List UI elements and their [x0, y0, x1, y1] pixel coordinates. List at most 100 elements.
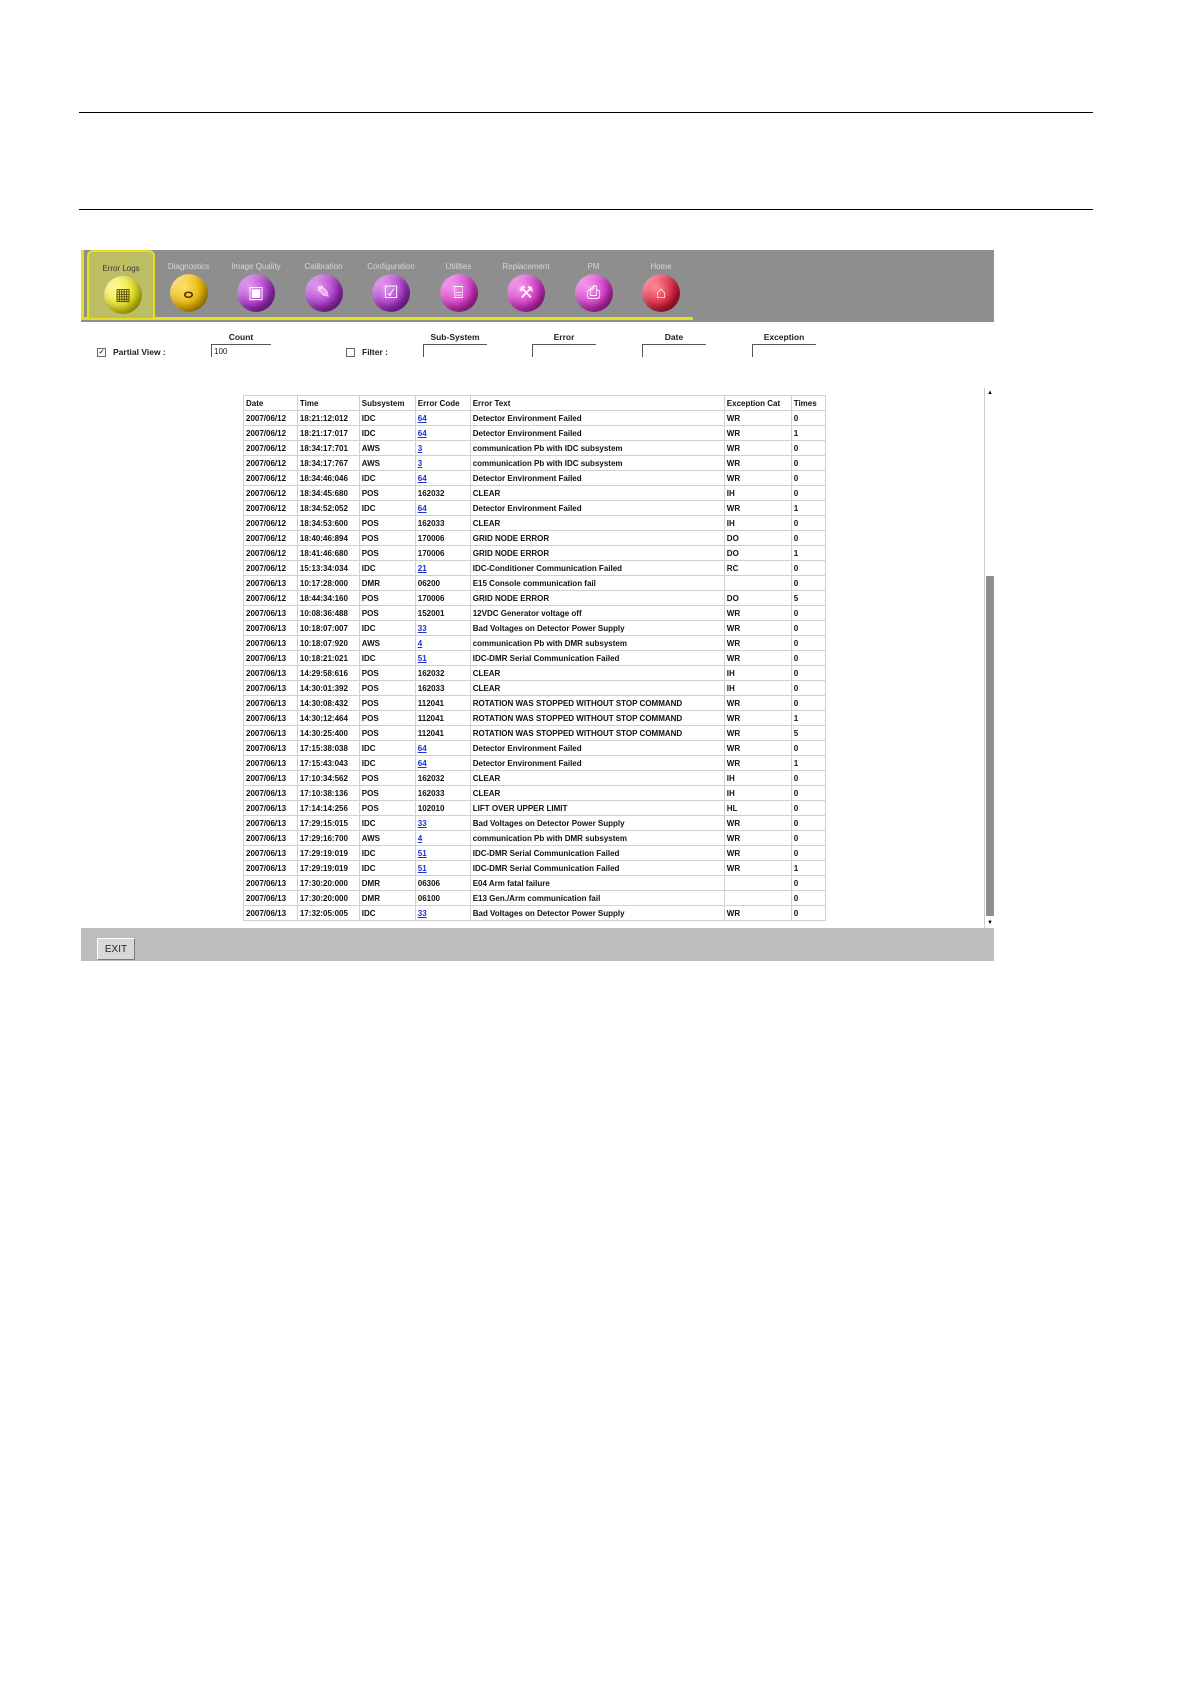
clipboard-icon[interactable]: ⎙ — [574, 274, 613, 312]
tab-configuration[interactable]: Configuration ☑ — [357, 250, 425, 318]
error-code-link[interactable]: 4 — [414, 830, 471, 846]
home-icon[interactable]: ⌂ — [642, 274, 680, 312]
error-code-link[interactable]: 3 — [414, 455, 471, 471]
error-code-link[interactable]: 51 — [414, 845, 471, 861]
tab-replacement[interactable]: Replacement ⚒ — [492, 250, 560, 318]
vertical-scrollbar[interactable]: ▲ ▼ — [984, 388, 994, 928]
table-row[interactable]: 2007/06/13 17:15:43:043 IDC 64 Detector Envi… — [243, 755, 827, 771]
error-code-link[interactable]: 64 — [414, 500, 471, 516]
toolbox-icon[interactable]: ⌸ — [439, 274, 478, 312]
scroll-thumb[interactable] — [986, 576, 994, 916]
filter-checkbox[interactable] — [346, 348, 355, 357]
table-row[interactable]: 2007/06/13 17:29:15:015 IDC 33 Bad Voltages … — [243, 815, 827, 831]
cell-date: 2007/06/13 — [243, 575, 298, 591]
partial-view-checkbox[interactable]: ✓ — [97, 348, 106, 357]
table-row[interactable]: 2007/06/12 18:34:17:701 AWS 3 communication … — [243, 440, 827, 456]
tab-diagnostics[interactable]: Diagnostics ⴰ — [155, 250, 223, 318]
error-code-link[interactable]: 51 — [414, 650, 471, 666]
cell-time: 18:40:46:894 — [296, 530, 360, 546]
table-row[interactable]: 2007/06/13 17:14:14:256 POS 102010 LIFT OVER… — [243, 800, 827, 816]
table-row[interactable]: 2007/06/12 15:13:34:034 IDC 21 IDC-Condition… — [243, 560, 827, 576]
calibration-icon[interactable]: ✎ — [304, 274, 343, 312]
error-input[interactable] — [532, 344, 596, 357]
error-code-link[interactable]: 4 — [414, 635, 471, 651]
table-row[interactable]: 2007/06/13 17:29:19:019 IDC 51 IDC-DMR Seria… — [243, 860, 827, 876]
tab-home[interactable]: Home ⌂ — [627, 250, 695, 318]
monitor-icon[interactable]: ▣ — [237, 274, 275, 312]
table-row[interactable]: 2007/06/13 14:30:12:464 POS 112041 ROTATION … — [243, 710, 827, 726]
table-row[interactable]: 2007/06/13 14:29:58:616 POS 162032 CLEAR IH 0 — [243, 665, 827, 681]
table-row[interactable]: 2007/06/13 10:17:28:000 DMR 06200 E15 Consol… — [243, 575, 827, 591]
table-row[interactable]: 2007/06/12 18:34:17:767 AWS 3 communication … — [243, 455, 827, 471]
cell-date: 2007/06/13 — [243, 635, 298, 651]
count-input[interactable]: 100 — [211, 344, 271, 357]
exit-button[interactable]: EXIT — [97, 938, 135, 960]
table-row[interactable]: 2007/06/13 17:32:05:005 IDC 33 Bad Voltages … — [243, 905, 827, 921]
error-code-link[interactable]: 64 — [414, 425, 471, 441]
table-row[interactable]: 2007/06/13 10:18:07:007 IDC 33 Bad Voltages … — [243, 620, 827, 636]
error-code-link[interactable]: 33 — [414, 815, 471, 831]
table-row[interactable]: 2007/06/13 17:10:34:562 POS 162032 CLEAR IH 0 — [243, 770, 827, 786]
column-header-time[interactable]: Time — [296, 395, 360, 411]
error-code-link[interactable]: 21 — [414, 560, 471, 576]
cell-times: 0 — [790, 560, 827, 576]
table-row[interactable]: 2007/06/13 10:18:21:021 IDC 51 IDC-DMR Seria… — [243, 650, 827, 666]
table-row[interactable]: 2007/06/13 17:15:38:038 IDC 64 Detector Envi… — [243, 740, 827, 756]
grid-icon[interactable]: ▦ — [104, 276, 142, 314]
error-code-link[interactable]: 64 — [414, 755, 471, 771]
error-code-link[interactable]: 51 — [414, 860, 471, 876]
wrench-icon[interactable]: ⚒ — [507, 274, 545, 312]
cell-subsystem: AWS — [358, 440, 416, 456]
tab-calibration[interactable]: Calibration ✎ — [290, 250, 358, 318]
tab-utilities[interactable]: Utilities ⌸ — [425, 250, 493, 318]
cell-date: 2007/06/12 — [243, 440, 298, 456]
table-row[interactable]: 2007/06/12 18:44:34:160 POS 170006 GRID NODE… — [243, 590, 827, 606]
exception-input[interactable] — [752, 344, 816, 357]
cell-error-text: Bad Voltages on Detector Power Supply — [469, 815, 725, 831]
table-row[interactable]: 2007/06/13 10:18:07:920 AWS 4 communication … — [243, 635, 827, 651]
checklist-icon[interactable]: ☑ — [372, 274, 410, 312]
scroll-up-arrow-icon[interactable]: ▲ — [986, 389, 994, 397]
column-header-error-text[interactable]: Error Text — [469, 395, 725, 411]
table-row[interactable]: 2007/06/13 17:10:38:136 POS 162033 CLEAR IH 0 — [243, 785, 827, 801]
column-header-error-code[interactable]: Error Code — [414, 395, 471, 411]
error-code-link[interactable]: 3 — [414, 440, 471, 456]
table-row[interactable]: 2007/06/13 17:30:20:000 DMR 06100 E13 Gen./A… — [243, 890, 827, 906]
table-row[interactable]: 2007/06/12 18:21:12:012 IDC 64 Detector Envi… — [243, 410, 827, 426]
error-code-link[interactable]: 64 — [414, 410, 471, 426]
cell-times: 1 — [790, 545, 827, 561]
table-row[interactable]: 2007/06/13 14:30:25:400 POS 112041 ROTATION … — [243, 725, 827, 741]
column-header-exception-cat[interactable]: Exception Cat — [723, 395, 792, 411]
tab-image-quality[interactable]: Image Quality ▣ — [222, 250, 290, 318]
table-row[interactable]: 2007/06/12 18:40:46:894 POS 170006 GRID NODE… — [243, 530, 827, 546]
table-row[interactable]: 2007/06/12 18:34:46:046 IDC 64 Detector Envi… — [243, 470, 827, 486]
error-code-link[interactable]: 64 — [414, 740, 471, 756]
table-row[interactable]: 2007/06/13 17:29:19:019 IDC 51 IDC-DMR Seria… — [243, 845, 827, 861]
table-row[interactable]: 2007/06/12 18:34:53:600 POS 162033 CLEAR IH 0 — [243, 515, 827, 531]
cell-error-text: CLEAR — [469, 785, 725, 801]
stethoscope-icon[interactable]: ⴰ — [169, 274, 208, 312]
error-code-link[interactable]: 64 — [414, 470, 471, 486]
table-row[interactable]: 2007/06/12 18:21:17:017 IDC 64 Detector Envi… — [243, 425, 827, 441]
tab-error-logs[interactable]: Error Logs ▦ — [87, 250, 155, 320]
cell-error-text: communication Pb with DMR subsystem — [469, 830, 725, 846]
subsystem-input[interactable] — [423, 344, 487, 357]
table-row[interactable]: 2007/06/12 18:41:46:680 POS 170006 GRID NODE… — [243, 545, 827, 561]
column-header-times[interactable]: Times — [790, 395, 827, 411]
column-header-subsystem[interactable]: Subsystem — [358, 395, 416, 411]
error-code-link[interactable]: 33 — [414, 905, 471, 921]
table-row[interactable]: 2007/06/13 17:29:16:700 AWS 4 communication … — [243, 830, 827, 846]
cell-time: 14:30:01:392 — [296, 680, 360, 696]
table-row[interactable]: 2007/06/13 10:08:36:488 POS 152001 12VDC Gen… — [243, 605, 827, 621]
error-code-link[interactable]: 33 — [414, 620, 471, 636]
scroll-down-arrow-icon[interactable]: ▼ — [986, 919, 994, 927]
table-row[interactable]: 2007/06/13 17:30:20:000 DMR 06306 E04 Arm fa… — [243, 875, 827, 891]
cell-exception-cat: WR — [723, 740, 792, 756]
tab-pm[interactable]: PM ⎙ — [560, 250, 628, 318]
table-row[interactable]: 2007/06/12 18:34:45:680 POS 162032 CLEAR IH 0 — [243, 485, 827, 501]
table-row[interactable]: 2007/06/13 14:30:08:432 POS 112041 ROTATION … — [243, 695, 827, 711]
column-header-date[interactable]: Date — [243, 395, 298, 411]
table-row[interactable]: 2007/06/13 14:30:01:392 POS 162033 CLEAR IH 0 — [243, 680, 827, 696]
table-row[interactable]: 2007/06/12 18:34:52:052 IDC 64 Detector Envi… — [243, 500, 827, 516]
date-input[interactable] — [642, 344, 706, 357]
